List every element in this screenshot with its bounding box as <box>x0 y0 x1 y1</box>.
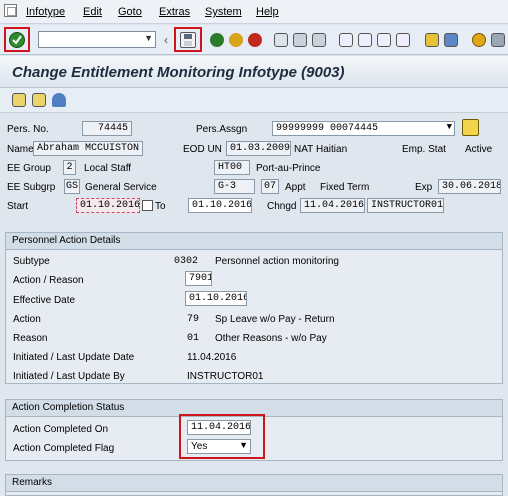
detail-icon[interactable] <box>32 93 46 107</box>
to-label: To <box>155 201 166 212</box>
previous-page-icon[interactable] <box>358 33 372 47</box>
window-menu-icon[interactable] <box>4 4 17 17</box>
name-field: Abraham MCCUISTON <box>33 141 143 156</box>
cancel-icon[interactable] <box>248 33 262 47</box>
eod-field: 01.03.2009 <box>226 141 291 156</box>
chevron-left-icon[interactable]: ‹ <box>164 33 168 47</box>
appt-label: Appt <box>285 182 306 193</box>
menu-edit[interactable]: Edit <box>83 6 102 18</box>
action-code: 79 <box>187 314 200 325</box>
org-structure-icon[interactable] <box>462 119 479 136</box>
menu-extras[interactable]: Extras <box>159 6 190 18</box>
group-title: Remarks <box>6 475 502 492</box>
subtype-text: Personnel action monitoring <box>215 256 339 267</box>
calendar-icon[interactable] <box>142 200 153 211</box>
back-icon[interactable] <box>210 33 224 47</box>
next-page-icon[interactable] <box>377 33 391 47</box>
end-date-input[interactable]: 01.10.2016 <box>188 198 252 213</box>
menu-bar: Infotype Edit Goto Extras System Help <box>0 0 508 24</box>
menu-infotype[interactable]: Infotype <box>26 6 65 18</box>
pers-no-label: Pers. No. <box>7 124 49 135</box>
emp-stat-label: Emp. Stat <box>402 144 446 155</box>
completed-on-label: Action Completed On <box>13 424 109 435</box>
customize-layout-icon[interactable] <box>491 33 505 47</box>
reason-code: 01 <box>187 333 200 344</box>
completion-status-group: Action Completion Status Action Complete… <box>5 399 503 461</box>
last-update-by-label: Initiated / Last Update By <box>13 371 125 382</box>
location-code: HT00 <box>214 160 250 175</box>
chngd-label: Chngd <box>267 201 297 212</box>
grade-field: G-3 <box>214 179 255 194</box>
title-bar: Change Entitlement Monitoring Infotype (… <box>0 56 508 88</box>
subtype-code: 0302 <box>174 256 199 267</box>
ee-subgrp-value: General Service <box>85 182 157 193</box>
reason-label: Reason <box>13 333 48 344</box>
ee-subgrp-label: EE Subgrp <box>7 182 56 193</box>
exit-icon[interactable] <box>229 33 243 47</box>
name-label: Name <box>7 144 34 155</box>
first-page-icon[interactable] <box>339 33 353 47</box>
last-update-date-value: 11.04.2016 <box>187 352 237 363</box>
action-reason-input[interactable]: 7901 <box>185 271 212 286</box>
emp-stat-value: Active <box>465 144 493 155</box>
group-title: Personnel Action Details <box>6 233 502 250</box>
standard-toolbar: ▼ ‹ <box>0 25 508 55</box>
subtype-label: Subtype <box>13 256 50 267</box>
effective-date-input[interactable]: 01.10.2016 <box>185 291 247 306</box>
ee-group-label: EE Group <box>7 163 51 174</box>
eod-label: EOD UN <box>183 144 222 155</box>
last-page-icon[interactable] <box>396 33 410 47</box>
exp-field: 30.06.2018 <box>438 179 501 194</box>
save-highlight <box>174 27 202 52</box>
completion-highlight <box>179 414 265 459</box>
action-text: Sp Leave w/o Pay - Return <box>215 314 335 325</box>
last-update-by-value: INSTRUCTOR01 <box>187 371 264 382</box>
print-icon[interactable] <box>274 33 288 47</box>
enter-highlight <box>4 27 30 52</box>
reason-text: Other Reasons - w/o Pay <box>215 333 327 344</box>
create-session-icon[interactable] <box>425 33 439 47</box>
nat-label: NAT <box>294 144 314 155</box>
appt-value: Fixed Term <box>320 182 370 193</box>
action-reason-label: Action / Reason <box>13 275 84 286</box>
find-icon[interactable] <box>293 33 307 47</box>
effective-date-label: Effective Date <box>13 295 76 306</box>
overview-icon[interactable] <box>12 93 26 107</box>
pers-assgn-label: Pers.Assgn <box>196 124 248 135</box>
menu-help[interactable]: Help <box>256 6 279 18</box>
completed-flag-label: Action Completed Flag <box>13 443 115 454</box>
exp-label: Exp <box>415 182 433 193</box>
page-title: Change Entitlement Monitoring Infotype (… <box>12 64 345 81</box>
pers-assgn-select[interactable]: 99999999 00074445 ▼ <box>272 121 455 136</box>
nat-value: Haitian <box>316 144 348 155</box>
ee-subgrp-code: GS <box>64 179 80 194</box>
chevron-down-icon[interactable]: ▼ <box>447 122 452 132</box>
shortcut-icon[interactable] <box>444 33 458 47</box>
help-icon[interactable] <box>472 33 486 47</box>
menu-goto[interactable]: Goto <box>118 6 142 18</box>
menu-system[interactable]: System <box>205 6 242 18</box>
changed-date-field: 11.04.2016 <box>300 198 365 213</box>
last-update-date-label: Initiated / Last Update Date <box>13 352 135 363</box>
personnel-action-group: Personnel Action Details Subtype 0302 Pe… <box>5 232 503 384</box>
ee-group-code: 2 <box>63 160 76 175</box>
pers-no-field: 74445 <box>82 121 132 136</box>
chevron-down-icon[interactable]: ▼ <box>144 33 153 43</box>
ee-group-value: Local Staff <box>84 163 132 174</box>
command-field[interactable]: ▼ <box>38 31 156 48</box>
action-label: Action <box>13 314 41 325</box>
person-icon[interactable] <box>52 93 66 107</box>
start-label: Start <box>7 201 29 212</box>
start-date-input[interactable]: 01.10.2016 <box>76 198 140 213</box>
find-next-icon[interactable] <box>312 33 326 47</box>
step-field: 07 <box>261 179 279 194</box>
changed-by-field: INSTRUCTOR01 <box>367 198 444 213</box>
application-toolbar <box>0 88 508 113</box>
location-value: Port-au-Prince <box>256 163 321 174</box>
remarks-group: Remarks <box>5 474 503 496</box>
